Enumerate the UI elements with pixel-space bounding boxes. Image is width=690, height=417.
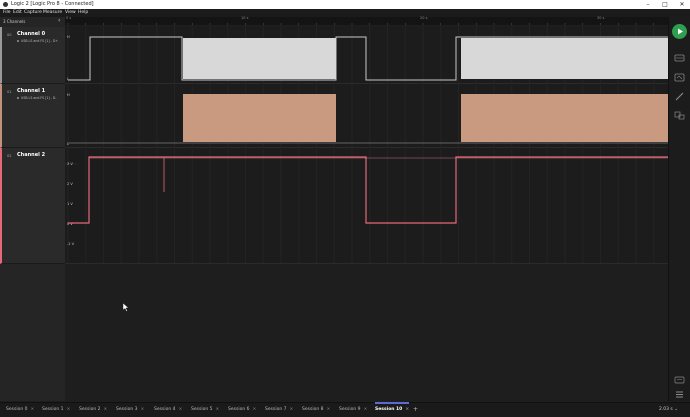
right-toolbar [668,17,690,401]
tab-session-7[interactable]: Session 7 × [265,405,293,415]
tab-label: Session 3 [116,407,138,412]
tab-label: Session 7 [265,407,287,412]
tab-session-0[interactable]: Session 0 × [6,405,34,415]
close-tab-icon[interactable]: × [140,407,144,412]
channel-analyzer-label: USB LS and FS [1] - D+ [21,39,59,43]
channel-index: 02 [7,154,12,158]
tab-label: Session 9 [339,407,361,412]
close-tab-icon[interactable]: × [326,407,330,412]
analyzers-alt-icon[interactable] [674,73,685,82]
tab-label: Session 10 [375,407,403,412]
close-tab-icon[interactable]: × [289,407,293,412]
tab-session-2[interactable]: Session 2 × [79,405,107,415]
channel-index: 01 [7,90,12,94]
close-tab-icon[interactable]: × [30,407,34,412]
play-icon [678,28,683,35]
digital-high-label: H [67,35,70,39]
digital-low-label: L [67,77,69,81]
session-tab-bar: Session 0 × Session 1 × Session 2 × Session… [0,402,690,417]
waveform-area[interactable]: 0 s 10 s 20 s 30 s H L H L 3 V 2 V 1 V 0… [65,16,668,401]
chat-icon[interactable] [674,376,685,385]
menu-file[interactable]: File [3,10,11,16]
minimize-button[interactable]: – [642,0,654,9]
tab-session-6[interactable]: Session 6 × [228,405,256,415]
maximize-button[interactable]: □ [659,0,671,9]
window-title: Logic 2 [Logic Pro 8 - Connected] [11,1,94,7]
channel-row-1[interactable]: 01 Channel 1 USB LS and FS [1] - D- [0,84,67,148]
close-tab-icon[interactable]: × [66,407,70,412]
channel-0-data-block [461,38,668,79]
collapse-icon[interactable]: ‹ [58,17,60,24]
title-bar: Logic 2 [Logic Pro 8 - Connected] – □ ✕ [0,0,690,9]
tab-label: Session 8 [302,407,324,412]
channel-row-0[interactable]: 00 Channel 0 USB LS and FS [1] - D+ [0,27,67,84]
extensions-icon[interactable] [674,111,685,120]
tab-session-3[interactable]: Session 3 × [116,405,144,415]
time-ticks [67,23,654,25]
channel-analyzer-label: USB LS and FS [1] - D- [21,96,57,100]
tab-session-9[interactable]: Session 9 × [339,405,367,415]
tab-session-1[interactable]: Session 1 × [42,405,70,415]
voltage-label: -1 V [67,242,75,246]
channel-name[interactable]: Channel 1 [17,88,45,94]
channel-sidebar: 3 Channels ‹ 00 Channel 0 USB LS and FS … [0,17,67,401]
close-tab-icon[interactable]: × [215,407,219,412]
menu-edit[interactable]: Edit [13,10,22,16]
close-tab-icon[interactable]: × [103,407,107,412]
start-capture-button[interactable] [672,24,687,39]
app-logo-icon [3,2,8,7]
measure-icon[interactable] [674,92,685,101]
zoom-level[interactable]: 2.03 s ⌄ [659,407,678,412]
tab-label: Session 4 [154,407,176,412]
analyzers-icon[interactable] [674,54,685,63]
close-button[interactable]: ✕ [676,0,688,9]
menu-icon[interactable] [674,390,685,399]
channel-index: 00 [7,33,12,37]
analyzer-dot-icon [17,40,19,42]
mouse-cursor-icon [123,303,129,312]
chevron-down-icon: ⌄ [674,407,678,412]
tab-label: Session 5 [191,407,213,412]
menu-capture[interactable]: Capture [24,10,42,16]
analyzer-dot-icon [17,97,19,99]
digital-low-label: L [67,142,69,146]
tab-label: Session 0 [6,407,28,412]
tab-label: Session 1 [42,407,64,412]
voltage-label: 1 V [67,202,73,206]
close-tab-icon[interactable]: × [405,407,409,412]
digital-high-label: H [67,93,70,97]
tab-label: Session 6 [228,407,250,412]
channel-1-data-block [461,94,668,142]
add-tab-button[interactable]: + [413,405,418,415]
sidebar-header: 3 Channels ‹ [0,17,65,25]
tab-label: Session 2 [79,407,101,412]
channel-0-data-block [183,38,336,79]
tab-session-4[interactable]: Session 4 × [154,405,182,415]
tab-session-8[interactable]: Session 8 × [302,405,330,415]
tab-session-5[interactable]: Session 5 × [191,405,219,415]
close-tab-icon[interactable]: × [178,407,182,412]
channel-count: 3 Channels [3,19,26,24]
waveform-canvas[interactable]: H L H L 3 V 2 V 1 V 0 V -1 V [65,17,668,401]
menu-help[interactable]: Help [78,10,88,16]
channel-1-data-block [183,94,336,142]
close-tab-icon[interactable]: × [363,407,367,412]
voltage-label: 3 V [67,162,73,166]
menu-bar: File Edit Capture Measure View Help [0,9,690,17]
channel-row-2[interactable]: 02 Channel 2 [0,148,67,264]
tab-session-10[interactable]: Session 10 × [375,402,410,415]
channel-name[interactable]: Channel 0 [17,31,45,37]
menu-measure[interactable]: Measure [43,10,62,16]
close-tab-icon[interactable]: × [252,407,256,412]
voltage-label: 2 V [67,182,73,186]
channel-name[interactable]: Channel 2 [17,152,45,158]
